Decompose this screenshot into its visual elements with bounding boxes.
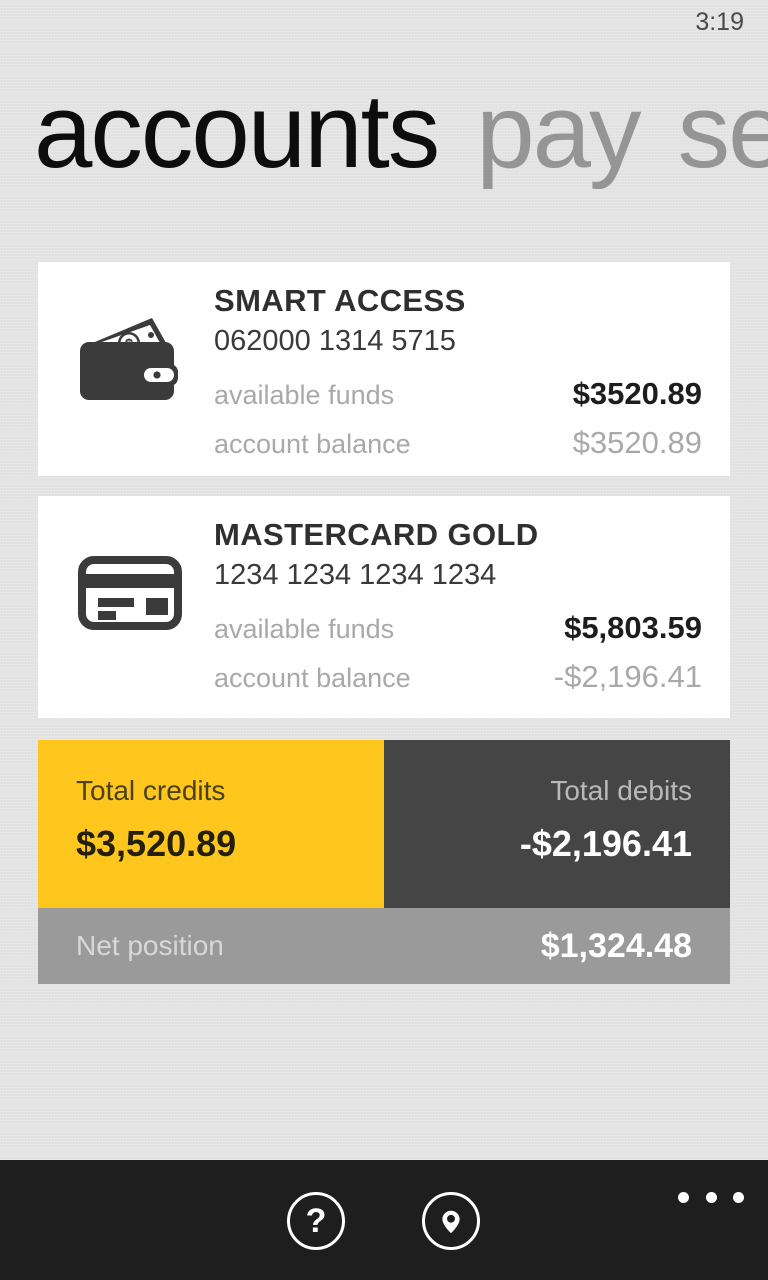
account-balance-row: account balance -$2,196.41 (214, 653, 702, 702)
overflow-dot (705, 1191, 717, 1203)
wallet-icon: $ (78, 312, 188, 402)
total-debits-value: -$2,196.41 (519, 823, 692, 864)
available-funds-label: available funds (214, 614, 395, 644)
account-balance-value: -$2,196.41 (553, 659, 702, 694)
total-credits-label: Total credits (76, 775, 226, 806)
help-button[interactable]: ? (287, 1192, 345, 1250)
net-position-tile[interactable]: Net position $1,324.48 (38, 908, 730, 984)
app-screen: 3:19 accounts payse $ (0, 0, 768, 1280)
summary-panel: Total credits $3,520.89 Total debits -$2… (38, 740, 730, 984)
account-balance-row: account balance $3520.89 (214, 419, 702, 468)
account-number: 062000 1314 5715 (214, 325, 456, 357)
available-funds-value: $3520.89 (572, 376, 702, 411)
available-funds-value: $5,803.59 (564, 610, 702, 645)
account-card-body: MASTERCARD GOLD 1234 1234 1234 1234 avai… (214, 516, 702, 702)
net-position-label: Net position (76, 930, 224, 961)
account-balance-label: account balance (214, 429, 411, 459)
app-bar: ? (0, 1160, 768, 1280)
question-mark-icon: ? (305, 1202, 327, 1240)
net-position-value: $1,324.48 (540, 926, 692, 965)
available-funds-row: available funds $5,803.59 (214, 604, 702, 653)
status-bar-clock: 3:19 (695, 8, 744, 36)
account-card-smart-access[interactable]: $ SMART ACCESS 062000 1314 5715 availabl… (38, 262, 730, 476)
pivot-title-accounts[interactable]: accounts (34, 76, 440, 188)
account-title: SMART ACCESS (214, 283, 466, 318)
overflow-dot (733, 1191, 744, 1203)
account-card-mastercard-gold[interactable]: MASTERCARD GOLD 1234 1234 1234 1234 avai… (38, 496, 730, 718)
account-balance-label: account balance (214, 663, 411, 693)
total-debits-tile[interactable]: Total debits -$2,196.41 (384, 740, 730, 908)
total-debits-label: Total debits (550, 775, 692, 806)
pivot-title-settings[interactable]: se (678, 76, 768, 188)
account-balance-value: $3520.89 (572, 425, 702, 460)
pivot-title-pay[interactable]: pay (476, 76, 641, 188)
find-locations-button[interactable] (422, 1192, 480, 1250)
summary-top-row: Total credits $3,520.89 Total debits -$2… (38, 740, 730, 908)
panorama-header: accounts pay se (0, 76, 768, 196)
account-card-body: SMART ACCESS 062000 1314 5715 available … (214, 282, 702, 468)
account-number: 1234 1234 1234 1234 (214, 559, 497, 591)
account-title: MASTERCARD GOLD (214, 517, 539, 552)
overflow-dot (678, 1191, 689, 1203)
map-pin-icon (425, 1195, 477, 1247)
available-funds-row: available funds $3520.89 (214, 370, 702, 419)
available-funds-label: available funds (214, 380, 395, 410)
more-options-button[interactable] (678, 1182, 744, 1212)
total-credits-value: $3,520.89 (76, 823, 237, 864)
status-bar: 3:19 (0, 0, 768, 50)
credit-card-icon (78, 546, 188, 636)
total-credits-tile[interactable]: Total credits $3,520.89 (38, 740, 384, 908)
